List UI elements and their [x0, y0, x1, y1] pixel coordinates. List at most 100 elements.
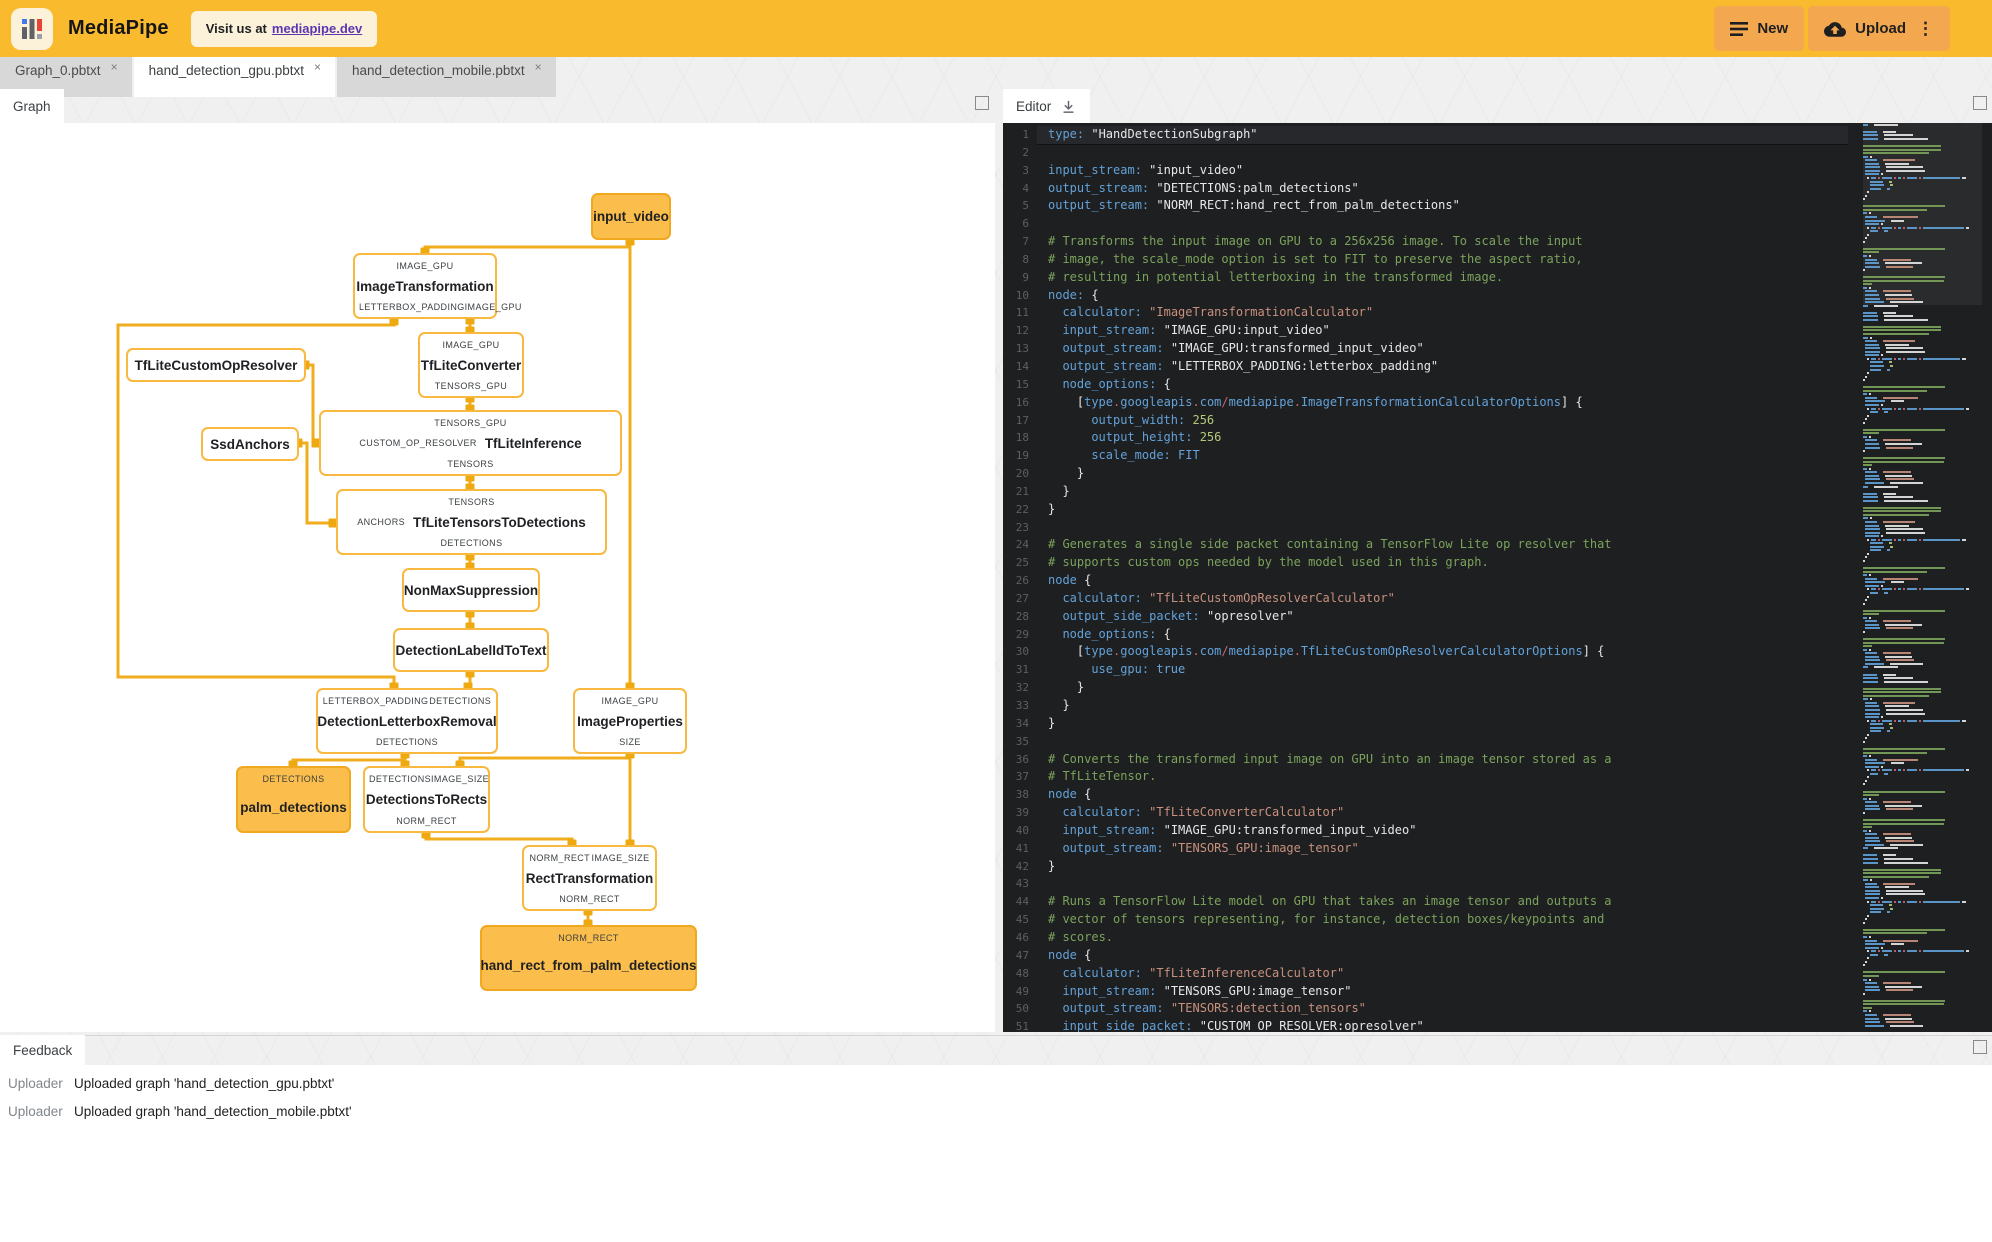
code-token: "IMAGE_GPU:transformed_input_video" [1163, 822, 1417, 837]
graph-node-RectTransformation[interactable]: NORM_RECT IMAGE_SIZE RectTransformation NOR… [522, 845, 657, 911]
graph-panel-expand-icon[interactable] [975, 96, 989, 110]
graph-node-palm_detections[interactable]: DETECTIONS palm_detections [236, 766, 351, 833]
graph-canvas[interactable]: input_video IMAGE_GPU ImageTransformation L… [0, 123, 995, 1032]
code-token: # vector of tensors representing, for in… [1048, 912, 1605, 927]
code-lines[interactable]: 1 type: "HandDetectionSubgraph" 2 3 input_st… [1003, 126, 1848, 1032]
code-token: use_gpu: [1091, 662, 1150, 677]
code-line-text: } [1037, 697, 1848, 715]
node-top-ports: DETECTIONS [242, 771, 345, 786]
port-label: TENSORS_GPU [434, 417, 507, 428]
line-number: 16 [1015, 395, 1029, 409]
code-line-text: node: { [1037, 287, 1848, 305]
node-title-row: RectTransformation [526, 865, 654, 891]
code-line-text [1037, 519, 1848, 537]
upload-menu-kebab-icon[interactable]: ⋮ [1917, 19, 1934, 39]
line-number: 9 [1022, 270, 1029, 284]
node-title: hand_rect_from_palm_detections [480, 958, 697, 973]
close-tab-icon[interactable]: × [535, 60, 542, 74]
code-line-text: # Transforms the input image on GPU to a… [1037, 233, 1848, 251]
graph-node-DetectionLabelIdToText[interactable]: DetectionLabelIdToText [393, 628, 549, 672]
code-line-text: scale_mode: FIT [1037, 447, 1848, 465]
graph-node-DetectionsToRects[interactable]: DETECTIONS IMAGE_SIZE DetectionsToRects NOR… [363, 766, 490, 833]
code-line-text: [type.googleapis.com/mediapipe.TfLiteCus… [1037, 643, 1848, 661]
close-tab-icon[interactable]: × [314, 60, 321, 74]
code-token: input_side_packet: [1062, 1019, 1193, 1032]
mediapipe-dev-link[interactable]: mediapipe.dev [272, 21, 362, 36]
line-number: 13 [1015, 342, 1029, 356]
close-tab-icon[interactable]: × [111, 60, 118, 74]
download-icon[interactable] [1060, 98, 1077, 115]
line-number: 14 [1015, 359, 1029, 373]
code-token: true [1156, 662, 1186, 677]
line-number: 18 [1015, 431, 1029, 445]
code-token: node [1048, 947, 1077, 962]
editor-minimap[interactable] [1863, 123, 1982, 1032]
file-tab-hand_detection_mobile.pbtxt[interactable]: hand_detection_mobile.pbtxt × [336, 57, 556, 97]
new-button[interactable]: New [1714, 6, 1805, 51]
code-line-text: # vector of tensors representing, for in… [1037, 911, 1848, 929]
port-label: NORM_RECT [396, 815, 457, 826]
code-line-text: # Generates a single side packet contain… [1037, 536, 1848, 554]
graph-node-SsdAnchors[interactable]: SsdAnchors [201, 427, 299, 461]
code-line-text: output_height: 256 [1037, 429, 1848, 447]
editor-tab-label: Editor [1016, 98, 1052, 114]
code-line-14: 14 output_stream: "LETTERBOX_PADDING:lett… [1003, 358, 1848, 376]
code-line-text: output_side_packet: "opresolver" [1037, 608, 1848, 626]
code-token: googleapis [1120, 394, 1193, 409]
code-token: "opresolver" [1206, 608, 1294, 623]
code-token: calculator: [1062, 965, 1142, 980]
code-token: input_stream: [1062, 323, 1157, 338]
code-token: # resulting in potential letterboxing in… [1048, 269, 1504, 284]
graph-node-TfLiteTensorsToDetections[interactable]: TENSORS ANCHORS TfLiteTensorsToDetections D… [336, 489, 607, 555]
graph-node-TfLiteConverter[interactable]: IMAGE_GPU TfLiteConverter TENSORS_GPU [418, 332, 524, 398]
graph-node-input_video[interactable]: input_video [591, 193, 671, 240]
node-title-row: CUSTOM_OP_RESOLVER TfLiteInference [325, 430, 616, 456]
node-title-row: DetectionLetterboxRemoval [317, 708, 496, 734]
graph-node-TfLiteCustomOpResolver[interactable]: TfLiteCustomOpResolver [126, 348, 306, 382]
line-number: 35 [1015, 734, 1029, 748]
code-line-text: output_stream: "TENSORS:detection_tensor… [1037, 1000, 1848, 1018]
node-top-ports: DETECTIONS IMAGE_SIZE [369, 771, 489, 786]
code-line-38: 38 node { [1003, 786, 1848, 804]
tab-feedback[interactable]: Feedback [0, 1035, 86, 1065]
node-title: ImageProperties [577, 713, 683, 729]
line-number: 38 [1015, 788, 1029, 802]
code-line-text: } [1037, 483, 1848, 501]
node-title: DetectionLabelIdToText [395, 642, 547, 658]
code-token: ] { [1561, 394, 1583, 409]
line-number: 46 [1015, 930, 1029, 944]
code-line-25: 25 # supports custom ops needed by the mo… [1003, 554, 1848, 572]
code-line-text: # image, the scale_mode option is set to… [1037, 251, 1848, 269]
code-editor[interactable]: 1 type: "HandDetectionSubgraph" 2 3 input_st… [1003, 123, 1992, 1032]
code-token: "CUSTOM_OP_RESOLVER:opresolver" [1199, 1019, 1424, 1032]
port-label: IMAGE_GPU [442, 339, 500, 350]
code-line-text: # scores. [1037, 929, 1848, 947]
code-line-10: 10 node: { [1003, 287, 1848, 305]
code-token: scale_mode: [1091, 448, 1171, 463]
file-tab-bar: Graph_0.pbtxt × hand_detection_gpu.pbtxt × h… [0, 57, 558, 97]
graph-node-NonMaxSuppression[interactable]: NonMaxSuppression [402, 568, 540, 612]
code-token: com [1199, 394, 1222, 409]
code-token: # image, the scale_mode option is set to… [1048, 251, 1583, 266]
node-title: DetectionsToRects [365, 792, 488, 807]
node-title: TfLiteTensorsToDetections [413, 514, 586, 530]
code-token: 256 [1199, 430, 1222, 445]
node-title: TfLiteConverter [420, 357, 522, 373]
tab-graph[interactable]: Graph [0, 89, 64, 123]
code-token: TfLiteCustomOpResolverCalculatorOptions [1300, 644, 1583, 659]
node-top-ports: IMAGE_GPU [424, 337, 518, 352]
tab-editor[interactable]: Editor [1003, 89, 1091, 123]
file-tab-hand_detection_gpu.pbtxt[interactable]: hand_detection_gpu.pbtxt × [133, 57, 335, 97]
line-number: 25 [1015, 556, 1029, 570]
upload-button[interactable]: Upload ⋮ [1808, 6, 1950, 51]
port-label: LETTERBOX_PADDING [359, 301, 465, 312]
graph-node-hand_rect_from_palm_detections[interactable]: NORM_RECT hand_rect_from_palm_detections [480, 925, 697, 991]
code-token: output_stream: [1062, 1001, 1164, 1016]
editor-panel-expand-icon[interactable] [1973, 96, 1987, 110]
code-token: } [1048, 501, 1056, 516]
graph-node-ImageTransformation[interactable]: IMAGE_GPU ImageTransformation LETTERBOX_PA… [353, 253, 521, 319]
graph-node-ImageProperties[interactable]: IMAGE_GPU ImageProperties SIZE [573, 688, 687, 754]
graph-node-TfLiteInference[interactable]: TENSORS_GPU CUSTOM_OP_RESOLVER TfLiteInfer… [319, 410, 622, 476]
line-number: 43 [1015, 877, 1029, 891]
graph-node-DetectionLetterboxRemoval[interactable]: LETTERBOX_PADDING DETECTIONS DetectionLett… [316, 688, 498, 754]
